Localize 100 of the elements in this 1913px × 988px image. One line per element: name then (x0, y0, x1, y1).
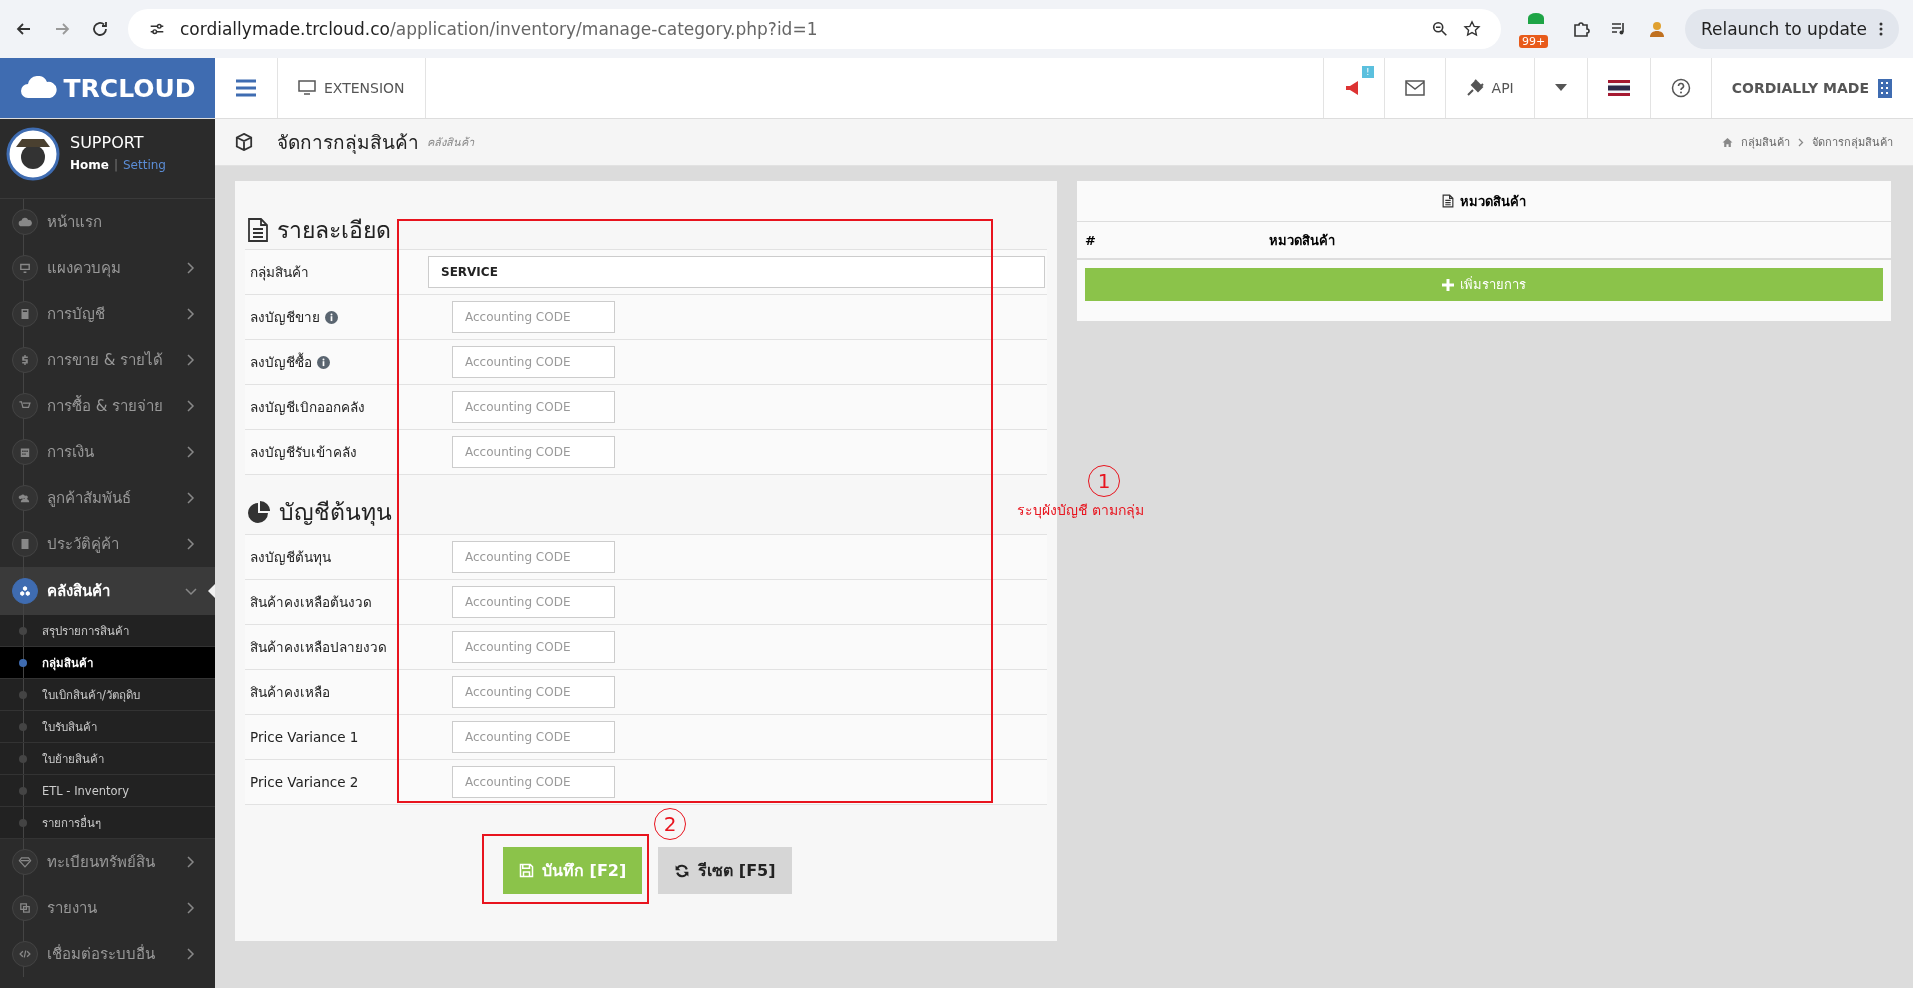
avatar-icon (6, 127, 60, 181)
zoom-out-icon[interactable] (1430, 20, 1449, 38)
menu-item-icon (12, 209, 38, 235)
input-field[interactable]: Accounting CODE (452, 586, 615, 618)
page-subtitle: คลังสินค้า (427, 135, 474, 151)
extension-menu[interactable]: EXTENSION (278, 58, 426, 118)
field-label: ลงบัญชีเบิกออกคลัง (250, 398, 365, 417)
input-field[interactable]: Accounting CODE (452, 346, 615, 378)
sidebar-item[interactable]: ประวัติคู่ค้า (0, 521, 215, 567)
field-label: สินค้าคงเหลือ (250, 683, 330, 702)
menu-item-icon (12, 255, 38, 281)
profile-link[interactable]: Home (70, 158, 109, 172)
cube-icon (235, 133, 253, 151)
star-icon[interactable] (1462, 20, 1481, 38)
field-label: กลุ่มสินค้า (250, 263, 309, 283)
input-field[interactable]: SERVICE (428, 256, 1045, 288)
sidebar-item[interactable]: แผงควบคุม (0, 245, 215, 291)
submenu-item[interactable]: ใบรับสินค้า (0, 711, 215, 743)
field-label: ลงบัญชีซื้อ (250, 351, 312, 372)
input-field[interactable]: Accounting CODE (452, 301, 615, 333)
field-label: Price Variance 1 (250, 729, 359, 745)
sidebar-item[interactable]: การขาย & รายได้ (0, 337, 215, 383)
sidebar-item[interactable]: การซื้อ & รายจ่าย (0, 383, 215, 429)
sidebar-item[interactable]: หน้าแรก (0, 199, 215, 245)
section-title: บัญชีต้นทุน (279, 497, 392, 528)
input-field[interactable]: Accounting CODE (452, 541, 615, 573)
home-icon[interactable] (1722, 136, 1733, 148)
api-button[interactable]: API (1444, 58, 1534, 118)
user-name: SUPPORT (70, 133, 145, 152)
field-label: สินค้าคงเหลือปลายงวด (250, 638, 387, 657)
logo[interactable]: TRCLOUD (0, 58, 215, 118)
submenu-item[interactable]: สรุปรายการสินค้า (0, 615, 215, 647)
input-field[interactable]: Accounting CODE (452, 766, 615, 798)
caret-icon (1554, 84, 1567, 92)
field-label: Price Variance 2 (250, 774, 359, 790)
menu-icon (235, 79, 257, 97)
logo-text: TRCLOUD (63, 73, 196, 103)
company-name: CORDIALLY MADE (1731, 80, 1869, 96)
section-title: รายละเอียด (277, 216, 391, 245)
input-field[interactable]: Accounting CODE (452, 631, 615, 663)
pie-chart-icon (247, 499, 271, 524)
field-label: ลงบัญชีต้นทุน (250, 548, 331, 568)
reload-icon[interactable] (90, 19, 110, 39)
notification-badge: ! (1362, 66, 1374, 78)
menu-item-icon (12, 485, 38, 511)
info-icon[interactable] (317, 355, 330, 369)
sidebar-item[interactable]: เชื่อมต่อระบบอื่น (0, 931, 215, 977)
document-icon (1442, 194, 1454, 208)
envelope-icon (1404, 80, 1425, 96)
submenu-item[interactable]: ใบเบิกสินค้า/วัตถุดิบ (0, 679, 215, 711)
info-icon[interactable] (325, 310, 338, 324)
input-field[interactable]: Accounting CODE (452, 391, 615, 423)
sidebar-item[interactable]: คลังสินค้า (0, 567, 215, 615)
cloud-icon (19, 76, 58, 100)
flag-icon (1607, 80, 1630, 96)
company-menu[interactable]: CORDIALLY MADE (1710, 58, 1913, 118)
input-field[interactable]: Accounting CODE (452, 721, 615, 753)
breadcrumb-link[interactable]: กลุ่มสินค้า (1741, 133, 1790, 151)
more-icon[interactable] (1879, 22, 1883, 36)
menu-item-icon (12, 393, 38, 419)
menu-item-icon (12, 941, 38, 967)
breadcrumb-link[interactable]: จัดการกลุ่มสินค้า (1812, 133, 1893, 151)
address-bar[interactable]: cordiallymade.trcloud.co/application/inventory/manage-category.php?id=1 (128, 9, 1501, 49)
submenu-item[interactable]: รายการอื่นๆ (0, 807, 215, 839)
sidebar-item[interactable]: รายงาน (0, 885, 215, 931)
submenu-item[interactable]: กลุ่มสินค้า (0, 647, 215, 679)
panel-title: หมวดสินค้า (1460, 192, 1526, 211)
profile-link[interactable]: Setting (123, 158, 166, 172)
menu-item-icon (12, 578, 38, 604)
refresh-icon (674, 862, 691, 879)
monitor-icon (298, 80, 316, 96)
submenu-item[interactable]: ใบย้ายสินค้า (0, 743, 215, 775)
field-label: สินค้าคงเหลือต้นงวด (250, 593, 372, 612)
sidebar-item[interactable]: ทะเบียนทรัพย์สิน (0, 839, 215, 885)
reset-button[interactable]: รีเซต [F5] (658, 847, 792, 894)
column-header: # (1085, 232, 1097, 248)
page-title: จัดการกลุ่มสินค้า (277, 130, 419, 156)
menu-item-icon (12, 849, 38, 875)
url-text: cordiallymade.trcloud.co/application/inventory/manage-category.php?id=1 (180, 19, 818, 39)
breadcrumb-chevron-icon (1798, 137, 1804, 147)
field-label: ลงบัญชีขาย (250, 308, 320, 327)
submenu-item[interactable]: ETL - Inventory (0, 775, 215, 807)
building-icon (1877, 78, 1893, 98)
extension-label: EXTENSION (324, 80, 405, 96)
menu-item-icon (12, 531, 38, 557)
plug-icon (1465, 79, 1484, 97)
menu-item-icon (12, 895, 38, 921)
column-header: หมวดสินค้า (1269, 231, 1335, 250)
input-field[interactable]: Accounting CODE (452, 676, 615, 708)
sidebar-item[interactable]: การบัญชี (0, 291, 215, 337)
input-field[interactable]: Accounting CODE (452, 436, 615, 468)
relaunch-button[interactable]: Relaunch to update (1684, 9, 1899, 49)
annotation-text: ระบุผังบัญชี ตามกลุ่ม (1017, 501, 1145, 521)
link-separator: | (113, 158, 118, 172)
document-icon (247, 217, 269, 243)
menu-item-icon (12, 347, 38, 373)
sidebar-item[interactable]: ลูกค้าสัมพันธ์ (0, 475, 215, 521)
sidebar-item[interactable]: การเงิน (0, 429, 215, 475)
help-icon (1670, 78, 1691, 98)
menu-item-icon (12, 301, 38, 327)
